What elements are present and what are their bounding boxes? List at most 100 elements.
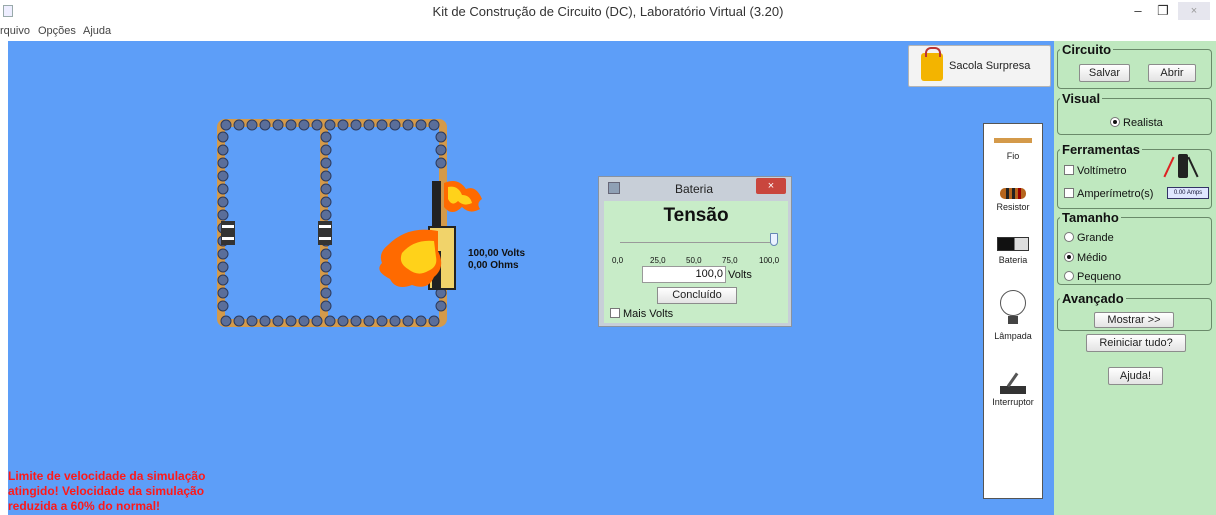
voltimetro-label: Voltímetro <box>1077 165 1127 177</box>
medio-radio[interactable]: Médio <box>1064 252 1107 264</box>
radio-selected-icon <box>1064 252 1074 262</box>
electron-bead <box>435 300 447 312</box>
circuito-title: Circuito <box>1060 42 1114 57</box>
electron-bead <box>363 315 375 327</box>
electron-bead <box>324 315 336 327</box>
reset-button[interactable]: Reiniciar tudo? <box>1086 334 1186 352</box>
tick-label: 75,0 <box>722 256 738 265</box>
realista-radio[interactable]: Realista <box>1110 117 1163 129</box>
electron-bead <box>428 315 440 327</box>
electron-bead <box>311 315 323 327</box>
electron-bead <box>428 119 440 131</box>
radio-selected-icon <box>1110 117 1120 127</box>
control-panel: Circuito Salvar Abrir Visual Realista Fe… <box>1054 41 1216 515</box>
radio-icon <box>1064 232 1074 242</box>
electron-bead <box>320 183 332 195</box>
amperimetro-checkbox[interactable]: Amperímetro(s) <box>1064 188 1153 200</box>
electron-bead <box>435 157 447 169</box>
menu-opcoes[interactable]: Opções <box>38 25 76 37</box>
voltage-input[interactable]: 100,0 <box>642 266 726 283</box>
voltage-slider[interactable] <box>610 231 786 257</box>
toolbox-switch[interactable]: Interruptor <box>984 370 1042 407</box>
battery-voltage-label: 100,00 Volts <box>468 248 526 259</box>
electron-bead <box>217 170 229 182</box>
electron-bead <box>272 119 284 131</box>
ferramentas-title: Ferramentas <box>1060 142 1143 157</box>
amperimetro-label: Amperímetro(s) <box>1077 188 1154 200</box>
electron-bead <box>320 209 332 221</box>
menu-bar: rquivo Opções Ajuda <box>0 24 1216 40</box>
realista-label: Realista <box>1123 117 1163 129</box>
dialog-title: Bateria <box>675 182 714 196</box>
wire-icon <box>994 138 1032 143</box>
electron-bead <box>217 131 229 143</box>
electron-bead <box>217 300 229 312</box>
electron-bead <box>259 315 271 327</box>
electron-bead <box>324 119 336 131</box>
toolbox-resistor[interactable]: Resistor <box>984 188 1042 212</box>
mostrar-button[interactable]: Mostrar >> <box>1094 312 1174 328</box>
electron-bead <box>350 119 362 131</box>
electron-bead <box>259 119 271 131</box>
help-button[interactable]: Ajuda! <box>1108 367 1163 385</box>
grande-radio[interactable]: Grande <box>1064 232 1114 244</box>
electron-bead <box>320 300 332 312</box>
switch-icon <box>998 370 1028 394</box>
electron-bead <box>402 315 414 327</box>
circuito-group: Circuito Salvar Abrir <box>1057 42 1212 89</box>
battery-resistance-label: 0,00 Ohms <box>468 260 519 271</box>
checkbox-icon <box>1064 165 1074 175</box>
more-volts-label: Mais Volts <box>623 308 674 320</box>
resistor-left[interactable] <box>221 221 235 245</box>
dialog-close-button[interactable]: × <box>756 178 786 194</box>
window-title: Kit de Construção de Circuito (DC), Labo… <box>432 4 784 19</box>
sacola-surpresa-button[interactable]: Sacola Surpresa <box>908 45 1051 87</box>
electron-bead <box>217 183 229 195</box>
electron-bead <box>272 315 284 327</box>
menu-arquivo[interactable]: rquivo <box>0 25 30 37</box>
electron-bead <box>320 287 332 299</box>
circuit-canvas[interactable]: 100,00 Volts 0,00 Ohms <box>8 41 1054 515</box>
toolbox-battery[interactable]: Bateria <box>984 237 1042 265</box>
resistor-middle[interactable] <box>318 221 332 245</box>
grande-label: Grande <box>1077 232 1114 244</box>
dialog-body: Tensão 0,0 25,0 50,0 75,0 100,0 100,0 Vo… <box>604 201 788 323</box>
close-button[interactable]: × <box>1178 2 1210 20</box>
menu-ajuda[interactable]: Ajuda <box>83 25 111 37</box>
maximize-button[interactable]: ❐ <box>1152 0 1174 22</box>
pequeno-radio[interactable]: Pequeno <box>1064 271 1121 283</box>
electron-bead <box>285 315 297 327</box>
checkbox-icon <box>610 308 620 318</box>
fire-bottom <box>379 229 442 287</box>
electron-bead <box>220 315 232 327</box>
minimize-button[interactable]: – <box>1128 0 1148 22</box>
visual-group: Visual Realista <box>1057 91 1212 135</box>
toolbox-bulb[interactable]: Lâmpada <box>984 290 1042 341</box>
checkbox-icon <box>1064 188 1074 198</box>
electron-bead <box>402 119 414 131</box>
voltimetro-checkbox[interactable]: Voltímetro <box>1064 165 1127 177</box>
more-volts-checkbox[interactable]: Mais Volts <box>610 308 673 320</box>
electron-bead <box>298 315 310 327</box>
resistor-icon <box>1000 188 1026 199</box>
open-button[interactable]: Abrir <box>1148 64 1196 82</box>
electron-bead <box>217 248 229 260</box>
electron-bead <box>217 144 229 156</box>
electron-bead <box>217 261 229 273</box>
battery-icon <box>997 237 1029 251</box>
electron-bead <box>320 196 332 208</box>
electron-bead <box>363 119 375 131</box>
electron-bead <box>320 261 332 273</box>
save-button[interactable]: Salvar <box>1079 64 1130 82</box>
electron-bead <box>233 315 245 327</box>
lightbulb-icon <box>1000 290 1026 316</box>
toolbox-wire[interactable]: Fio <box>984 138 1042 161</box>
tick-label: 100,0 <box>759 256 780 265</box>
electron-bead <box>415 315 427 327</box>
slider-knob[interactable] <box>770 233 778 246</box>
ferramentas-group: Ferramentas Voltímetro Amperímetro(s) 0.… <box>1057 142 1212 209</box>
component-toolbox: Fio Resistor Bateria Lâmpada Interruptor <box>983 123 1043 499</box>
battery-dialog: Bateria × Tensão 0,0 25,0 50,0 75,0 100,… <box>598 176 792 327</box>
done-button[interactable]: Concluído <box>657 287 737 304</box>
dialog-title-bar[interactable]: Bateria × <box>599 177 791 199</box>
